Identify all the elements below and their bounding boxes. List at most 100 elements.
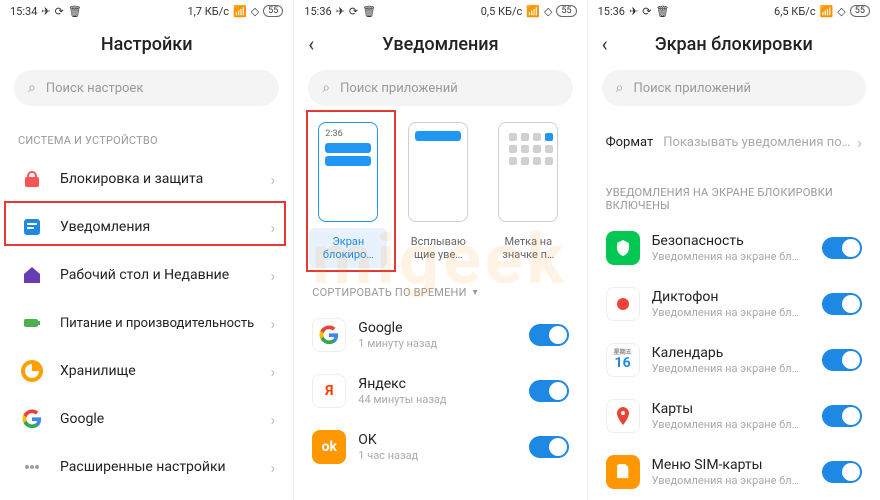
trash-icon: 🗑 bbox=[362, 5, 376, 18]
search-input[interactable]: ⌕ Поиск приложений bbox=[602, 70, 866, 106]
chevron-right-icon: › bbox=[270, 410, 275, 429]
row-storage[interactable]: Хранилище › bbox=[0, 347, 293, 395]
search-icon: ⌕ bbox=[616, 80, 624, 96]
page-title: Уведомления bbox=[328, 34, 552, 55]
yandex-icon: Я bbox=[312, 374, 346, 408]
page-title: Экран блокировки bbox=[622, 34, 846, 55]
lock-icon bbox=[18, 165, 46, 193]
send-icon: ✈ bbox=[629, 5, 638, 18]
toggle-switch[interactable] bbox=[822, 293, 862, 315]
app-sub: Уведомления на экране бл… bbox=[652, 306, 822, 319]
search-placeholder: Поиск настроек bbox=[46, 81, 144, 96]
chevron-right-icon: › bbox=[857, 133, 862, 152]
status-time: 15:34 bbox=[10, 5, 37, 18]
app-sub: 1 час назад bbox=[358, 449, 528, 462]
home-icon bbox=[18, 261, 46, 289]
send-icon: ✈ bbox=[336, 5, 345, 18]
battery-icon: 55 bbox=[556, 5, 576, 17]
screen-settings: 15:34 ✈ ⟳ 🗑 1,7 КБ/с 📶 ◇ 55 Настройки ⌕ … bbox=[0, 0, 293, 500]
chevron-right-icon: › bbox=[270, 218, 275, 237]
screen-lockscreen: 15:36 ✈ ⟳ 🗑 6,5 КБ/с 📶 ◇ 55 ‹ Экран блок… bbox=[587, 0, 880, 500]
app-name: Меню SIM-карты bbox=[652, 457, 822, 474]
phone-preview-icon bbox=[498, 122, 558, 222]
status-time: 15:36 bbox=[598, 5, 625, 18]
search-icon: ⌕ bbox=[322, 80, 330, 96]
search-placeholder: Поиск приложений bbox=[340, 81, 458, 96]
record-icon bbox=[606, 287, 640, 321]
row-battery-perf[interactable]: Питание и производительность › bbox=[0, 299, 293, 347]
app-row-calendar[interactable]: 星期五 16 КалендарьУведомления на экране бл… bbox=[588, 332, 880, 388]
chevron-down-icon: ▾ bbox=[473, 287, 478, 298]
app-name: Google bbox=[358, 320, 528, 337]
app-row-maps[interactable]: КартыУведомления на экране бл… bbox=[588, 388, 880, 444]
row-advanced[interactable]: Расширенные настройки › bbox=[0, 443, 293, 491]
screen-notifications: 15:36 ✈ ⟳ 🗑 0,5 КБ/с 📶 ◇ 55 ‹ Уведомлени… bbox=[293, 0, 586, 500]
toggle-switch[interactable] bbox=[822, 237, 862, 259]
section-lockscreen-on: УВЕДОМЛЕНИЯ НА ЭКРАНЕ БЛОКИРОВКИ ВКЛЮЧЕН… bbox=[588, 168, 880, 220]
chevron-right-icon: › bbox=[270, 314, 275, 333]
format-value: Показывать уведомления полностью bbox=[663, 135, 857, 150]
battery-icon: 55 bbox=[263, 5, 283, 17]
app-sub: 1 минуту назад bbox=[358, 337, 528, 350]
row-notifications[interactable]: Уведомления › bbox=[0, 203, 293, 251]
status-speed: 6,5 КБ/с bbox=[774, 5, 816, 18]
wifi-icon: ◇ bbox=[544, 5, 552, 18]
back-button[interactable]: ‹ bbox=[602, 32, 622, 56]
app-sub: Уведомления на экране бл… bbox=[652, 362, 822, 375]
app-row-google[interactable]: Google1 минуту назад bbox=[294, 307, 586, 363]
app-row-sim[interactable]: Меню SIM-картыУведомления на экране бл… bbox=[588, 444, 880, 500]
mode-lockscreen[interactable]: 2:36 Экран блокиро… bbox=[308, 122, 388, 268]
app-row-ok[interactable]: ok OK1 час назад bbox=[294, 419, 586, 475]
mode-label: Всплываю щие уве… bbox=[399, 228, 477, 268]
mode-label: Экран блокиро… bbox=[309, 228, 387, 268]
titlebar: Настройки bbox=[0, 22, 293, 66]
chevron-right-icon: › bbox=[270, 266, 275, 285]
format-row[interactable]: Формат Показывать уведомления полностью … bbox=[588, 116, 880, 168]
toggle-switch[interactable] bbox=[529, 380, 569, 402]
sort-header[interactable]: СОРТИРОВАТЬ ПО ВРЕМЕНИ ▾ bbox=[294, 268, 586, 307]
mode-popup[interactable]: Всплываю щие уве… bbox=[398, 122, 478, 268]
row-label: Хранилище bbox=[60, 363, 270, 379]
send-icon: ✈ bbox=[41, 5, 50, 18]
sync-icon: ⟳ bbox=[642, 5, 651, 18]
status-speed: 0,5 КБ/с bbox=[481, 5, 523, 18]
row-lock-protect[interactable]: Блокировка и защита › bbox=[0, 155, 293, 203]
status-bar: 15:34 ✈ ⟳ 🗑 1,7 КБ/с 📶 ◇ 55 bbox=[0, 0, 293, 22]
back-button[interactable]: ‹ bbox=[308, 32, 328, 56]
chevron-right-icon: › bbox=[270, 458, 275, 477]
app-name: OK bbox=[358, 432, 528, 449]
trash-icon: 🗑 bbox=[655, 5, 669, 18]
row-label: Уведомления bbox=[60, 219, 270, 235]
app-row-recorder[interactable]: ДиктофонУведомления на экране бл… bbox=[588, 276, 880, 332]
google-icon bbox=[312, 318, 346, 352]
row-google[interactable]: Google › bbox=[0, 395, 293, 443]
maps-icon bbox=[606, 399, 640, 433]
search-input[interactable]: ⌕ Поиск настроек bbox=[14, 70, 279, 106]
wifi-icon: ◇ bbox=[837, 5, 845, 18]
row-home-recents[interactable]: Рабочий стол и Недавние › bbox=[0, 251, 293, 299]
sim-icon bbox=[606, 455, 640, 489]
mode-label: Метка на значке п… bbox=[489, 228, 567, 268]
toggle-switch[interactable] bbox=[529, 324, 569, 346]
search-input[interactable]: ⌕ Поиск приложений bbox=[308, 70, 572, 106]
phone-preview-icon bbox=[408, 122, 468, 222]
notification-icon bbox=[18, 213, 46, 241]
chevron-right-icon: › bbox=[270, 170, 275, 189]
row-label: Рабочий стол и Недавние bbox=[60, 267, 270, 283]
app-name: Календарь bbox=[652, 345, 822, 362]
trash-icon: 🗑 bbox=[68, 5, 82, 18]
toggle-switch[interactable] bbox=[529, 436, 569, 458]
app-row-security[interactable]: БезопасностьУведомления на экране бл… bbox=[588, 220, 880, 276]
app-row-yandex[interactable]: Я Яндекс44 минуты назад bbox=[294, 363, 586, 419]
titlebar: ‹ Уведомления bbox=[294, 22, 586, 66]
toggle-switch[interactable] bbox=[822, 461, 862, 483]
mode-badge[interactable]: Метка на значке п… bbox=[488, 122, 568, 268]
sync-icon: ⟳ bbox=[349, 5, 358, 18]
battery-icon: 55 bbox=[850, 5, 870, 17]
row-label: Расширенные настройки bbox=[60, 459, 270, 475]
toggle-switch[interactable] bbox=[822, 349, 862, 371]
sync-icon: ⟳ bbox=[55, 5, 64, 18]
status-time: 15:36 bbox=[304, 5, 331, 18]
toggle-switch[interactable] bbox=[822, 405, 862, 427]
row-label: Google bbox=[60, 411, 270, 427]
